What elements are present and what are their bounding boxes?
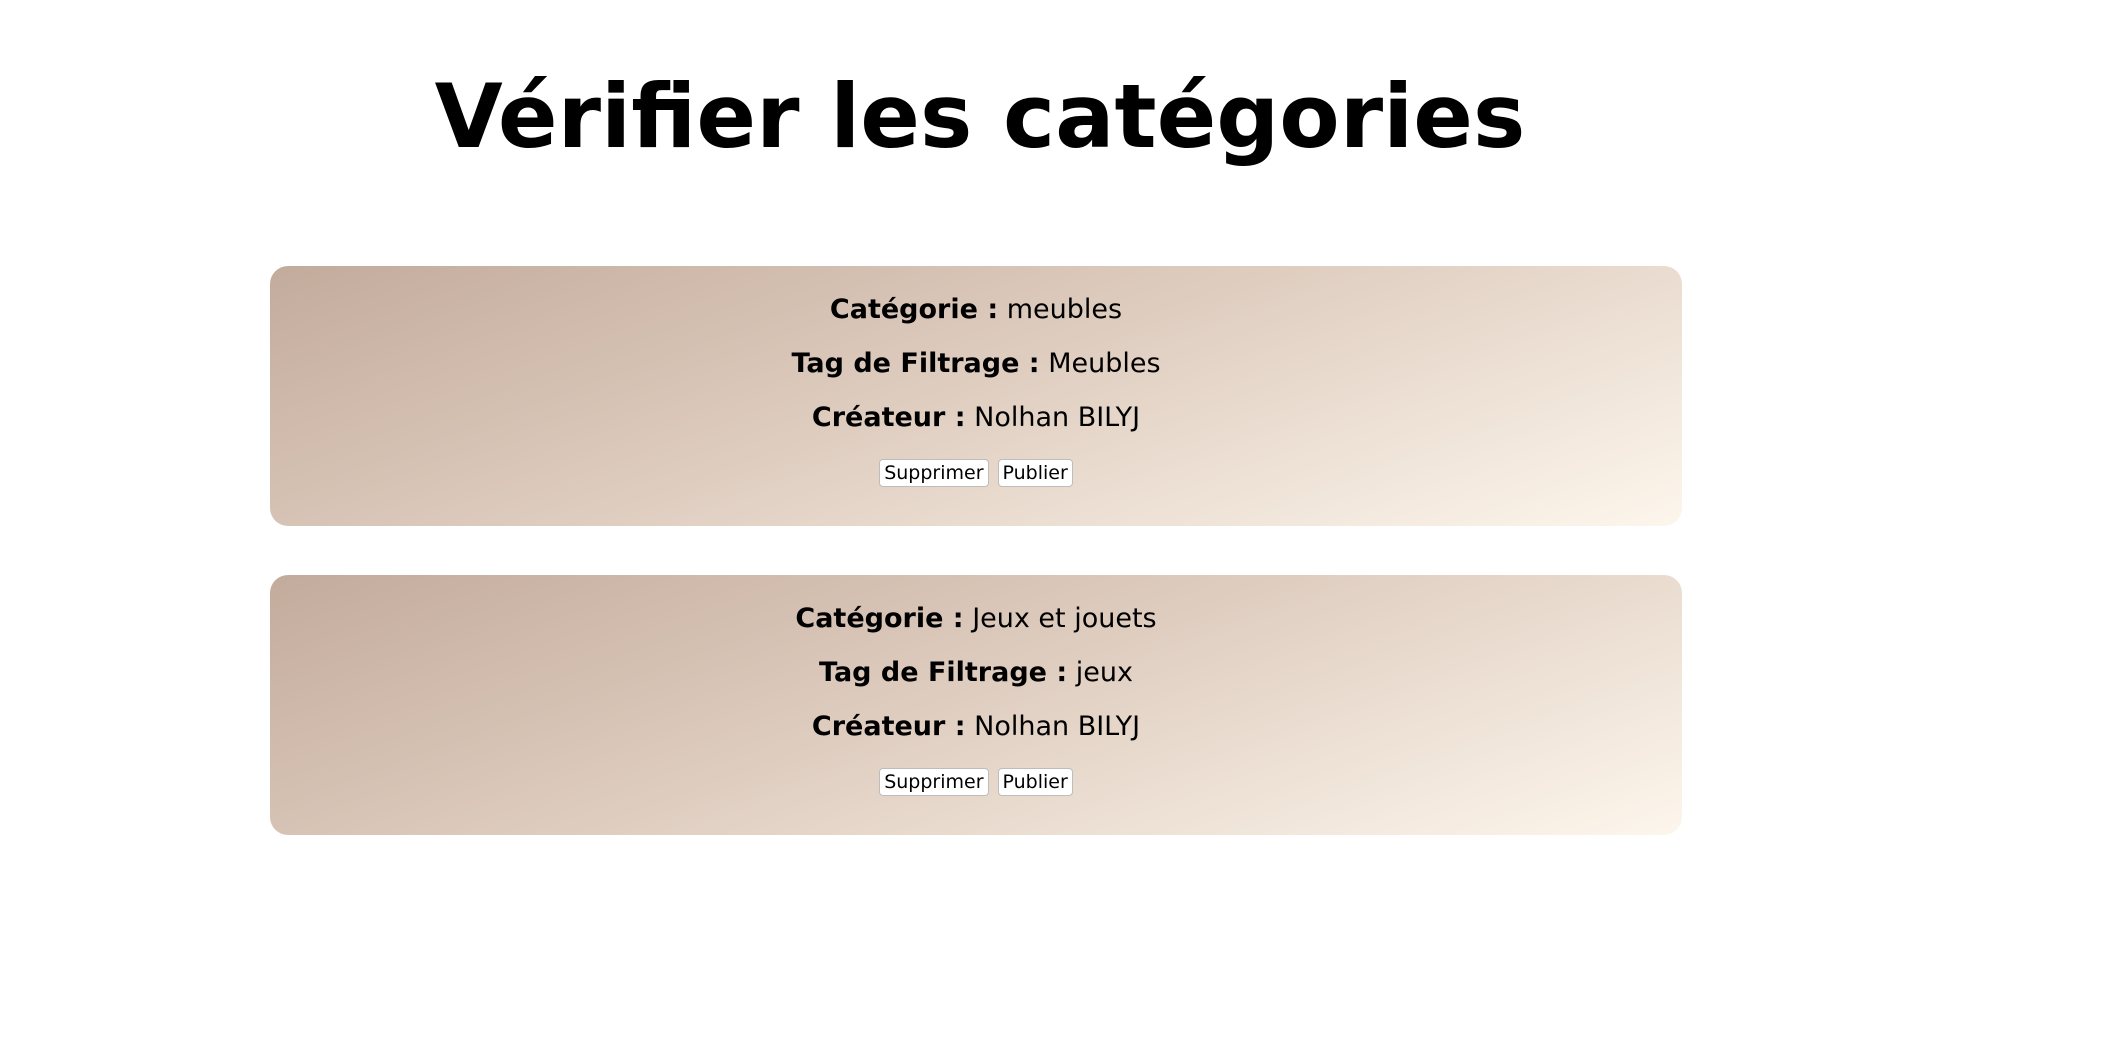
delete-button[interactable]: Supprimer [879,459,989,487]
filter-tag-label: Tag de Filtrage : [819,657,1068,688]
filter-tag-value: jeux [1075,657,1133,688]
publish-button[interactable]: Publier [997,459,1073,487]
page: Vérifier les catégories Catégorie : meub… [0,0,2108,1052]
delete-button[interactable]: Supprimer [879,768,989,796]
creator-label: Créateur : [811,402,966,433]
category-value: meubles [1006,294,1123,325]
category-card: Catégorie : Jeux et jouets Tag de Filtra… [270,575,1682,835]
category-label: Catégorie : [795,603,964,634]
filter-tag-value: Meubles [1048,348,1161,379]
filter-tag-row: Tag de Filtrage : Meubles [270,337,1682,391]
card-actions: Supprimer Publier [270,768,1682,796]
creator-label: Créateur : [811,711,966,742]
category-card: Catégorie : meubles Tag de Filtrage : Me… [270,266,1682,526]
card-actions: Supprimer Publier [270,459,1682,487]
creator-row: Créateur : Nolhan BILYJ [270,391,1682,445]
filter-tag-label: Tag de Filtrage : [791,348,1040,379]
category-label: Catégorie : [829,294,999,325]
page-title: Vérifier les catégories [434,65,1526,168]
creator-row: Créateur : Nolhan BILYJ [270,700,1682,754]
creator-value: Nolhan BILYJ [974,402,1141,433]
creator-value: Nolhan BILYJ [974,711,1141,742]
filter-tag-row: Tag de Filtrage : jeux [270,646,1682,700]
publish-button[interactable]: Publier [997,768,1073,796]
category-value: Jeux et jouets [972,603,1157,634]
category-row: Catégorie : Jeux et jouets [270,592,1682,646]
category-row: Catégorie : meubles [270,283,1682,337]
